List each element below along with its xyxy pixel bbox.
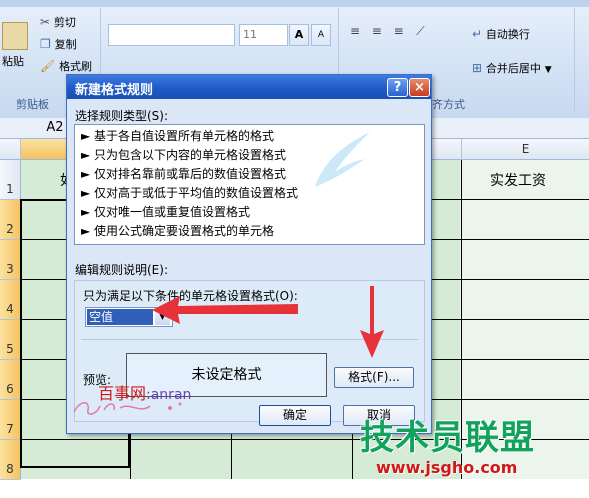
- alignment-group-label: 齐方式: [432, 98, 465, 111]
- font-size-box[interactable]: 11: [239, 24, 288, 46]
- rule-item[interactable]: ► 仅对高于或低于平均值的数值设置格式: [81, 184, 298, 203]
- triangle-right-icon: ►: [81, 205, 95, 219]
- align-middle-icon[interactable]: ≡: [368, 24, 386, 38]
- paste-icon[interactable]: [2, 22, 28, 50]
- rule-type-list[interactable]: ► 基于各自值设置所有单元格的格式 ► 只为包含以下内容的单元格设置格式 ► 仅…: [74, 124, 425, 245]
- rule-item[interactable]: ► 仅对排名靠前或靠后的数值设置格式: [81, 165, 286, 184]
- triangle-right-icon: ►: [81, 167, 95, 181]
- cut-button[interactable]: ✂ 剪切: [40, 14, 76, 30]
- scissors-icon: ✂: [40, 15, 51, 29]
- rule-item[interactable]: ► 基于各自值设置所有单元格的格式: [81, 127, 274, 146]
- wing-logo-icon: [315, 132, 370, 187]
- ribbon-tab-strip: [0, 0, 589, 7]
- logo-text: 技术员联盟: [360, 418, 535, 458]
- ok-button[interactable]: 确定: [259, 405, 331, 426]
- font-name-box[interactable]: [108, 24, 235, 46]
- triangle-right-icon: ►: [81, 148, 95, 162]
- align-buttons[interactable]: ≡ ≡ ≡ ⟋: [346, 24, 436, 44]
- row-header[interactable]: 8: [0, 440, 21, 480]
- chevron-down-icon: ▼: [544, 65, 552, 75]
- format-button[interactable]: 格式(F)...: [334, 367, 414, 388]
- dialog-titlebar[interactable]: 新建格式规则 ? ×: [67, 75, 431, 99]
- close-button[interactable]: ×: [409, 78, 430, 97]
- triangle-right-icon: ►: [81, 186, 95, 200]
- rule-item[interactable]: ► 只为包含以下内容的单元格设置格式: [81, 146, 286, 165]
- help-button[interactable]: ?: [387, 78, 408, 97]
- triangle-right-icon: ►: [81, 129, 95, 143]
- orientation-icon[interactable]: ⟋: [411, 24, 429, 39]
- wrap-text-button[interactable]: ↵ 自动换行: [472, 26, 530, 42]
- url-text: www.jsgho.com: [376, 458, 518, 477]
- copy-button[interactable]: ❐ 复制: [40, 36, 77, 52]
- format-painter-button[interactable]: 🖌 格式刷: [40, 58, 92, 74]
- jsgho-watermark: 技术员联盟 www.jsgho.com: [360, 408, 589, 479]
- clipboard-group-label: 剪贴板: [16, 98, 49, 111]
- align-bottom-icon[interactable]: ≡: [390, 24, 408, 38]
- love-doodle-icon: [73, 402, 182, 415]
- condition-selected-value: 空值: [87, 309, 153, 325]
- edit-description-label: 编辑规则说明(E):: [75, 263, 168, 277]
- row-header[interactable]: 7: [0, 400, 21, 440]
- rule-item[interactable]: ► 仅对唯一值或重复值设置格式: [81, 203, 250, 222]
- merge-center-button[interactable]: ⊞ 合并后居中 ▼: [472, 60, 552, 76]
- merge-icon: ⊞: [472, 61, 483, 75]
- cell-e1[interactable]: 实发工资: [490, 170, 546, 190]
- align-top-icon[interactable]: ≡: [346, 24, 364, 38]
- column-header-e[interactable]: E: [462, 139, 589, 160]
- row-header[interactable]: 4: [0, 280, 21, 320]
- arrow-down-annotation: [360, 286, 384, 358]
- triangle-right-icon: ►: [81, 224, 95, 238]
- row-header[interactable]: 1: [0, 160, 21, 200]
- dialog-title: 新建格式规则: [75, 83, 154, 98]
- select-rule-type-label: 选择规则类型(S):: [75, 109, 169, 123]
- copy-icon: ❐: [40, 37, 51, 51]
- shrink-font-button[interactable]: A: [311, 24, 331, 46]
- arrow-left-annotation: [152, 296, 298, 324]
- row-header[interactable]: 6: [0, 360, 21, 400]
- group-separator: [574, 8, 575, 112]
- select-all-corner[interactable]: [0, 139, 21, 160]
- wrap-icon: ↵: [472, 27, 483, 41]
- row-header[interactable]: 5: [0, 320, 21, 360]
- row-header[interactable]: 2: [0, 200, 21, 240]
- grow-font-button[interactable]: A: [289, 24, 309, 46]
- brush-icon: 🖌: [40, 59, 56, 73]
- rule-item[interactable]: ► 使用公式确定要设置格式的单元格: [81, 222, 274, 241]
- paste-button[interactable]: 粘贴: [2, 53, 24, 69]
- row-header[interactable]: 3: [0, 240, 21, 280]
